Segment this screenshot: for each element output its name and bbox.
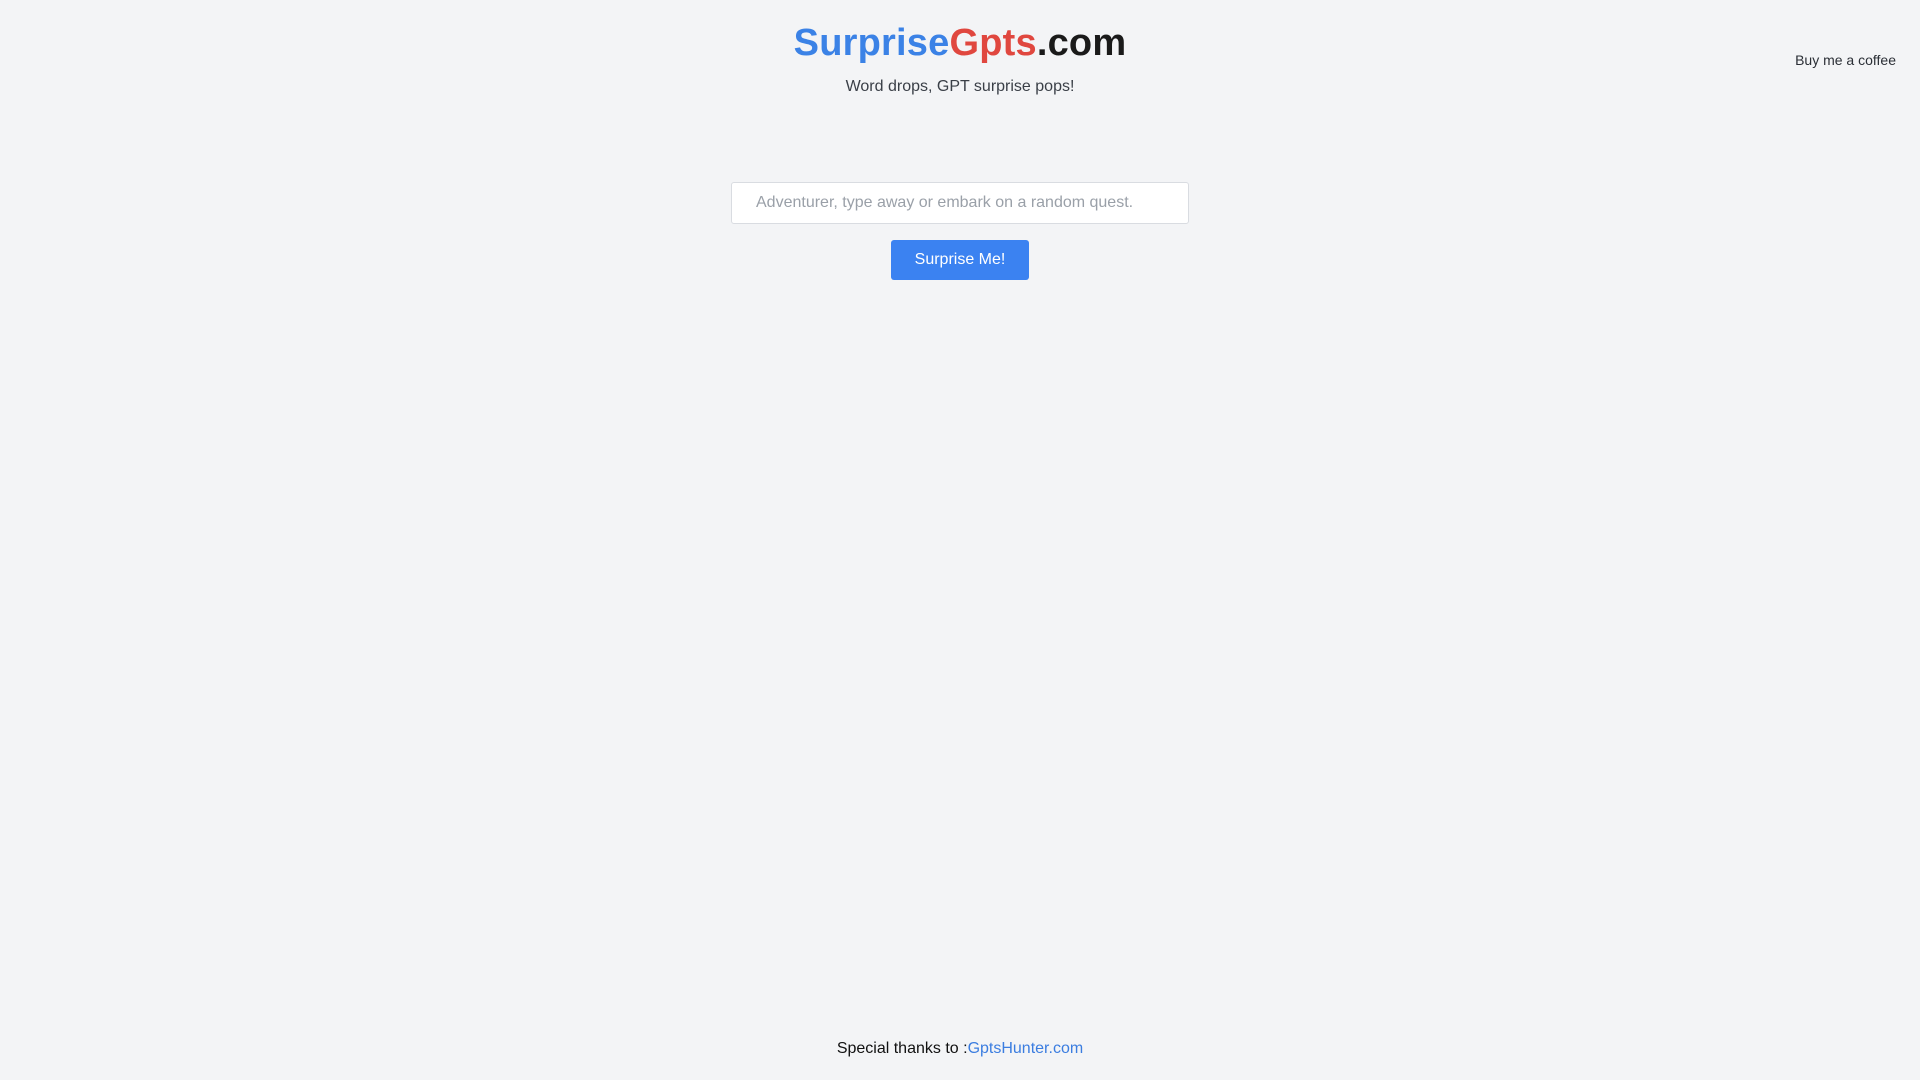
footer-thanks-text: Special thanks to : bbox=[836, 1040, 968, 1057]
surprise-me-button[interactable]: Surprise Me! bbox=[891, 240, 1029, 280]
site-logo[interactable]: SurpriseGpts.com bbox=[0, 20, 1920, 66]
search-input[interactable] bbox=[731, 182, 1189, 224]
tagline: Word drops, GPT surprise pops! bbox=[845, 78, 1075, 95]
header: SurpriseGpts.com Word drops, GPT surpris… bbox=[0, 20, 1920, 96]
footer: Special thanks to :GptsHunter.com bbox=[0, 1040, 1920, 1058]
page: SurpriseGpts.com Word drops, GPT surpris… bbox=[0, 0, 1920, 1080]
brand-part-surprise: Surprise bbox=[793, 22, 950, 64]
brand-part-domain: .com bbox=[1036, 22, 1127, 64]
search-container bbox=[731, 182, 1189, 224]
buy-me-a-coffee-link[interactable]: Buy me a coffee bbox=[1795, 52, 1896, 68]
brand-part-gpts: Gpts bbox=[949, 22, 1037, 64]
gptshunter-link[interactable]: GptsHunter.com bbox=[968, 1040, 1084, 1057]
